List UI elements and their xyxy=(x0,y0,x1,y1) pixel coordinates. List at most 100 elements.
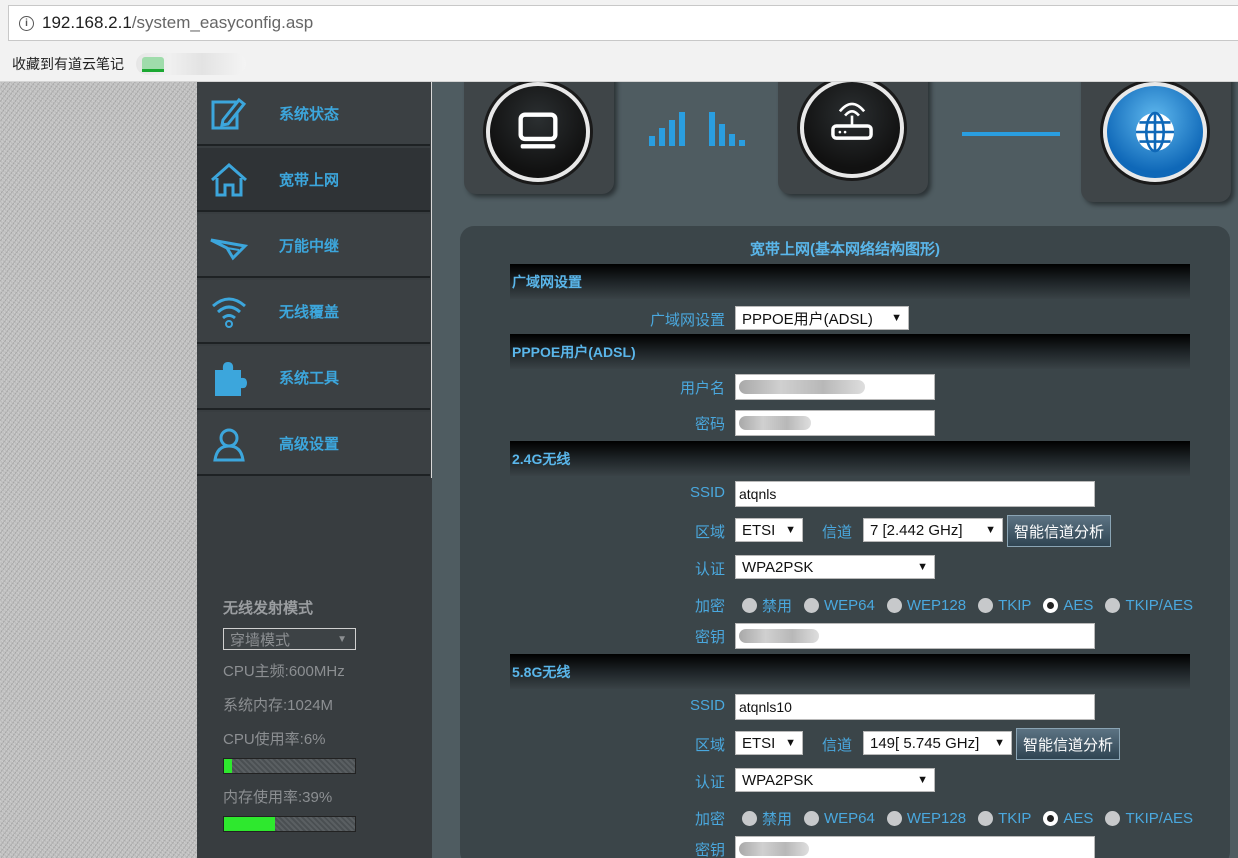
w24-key-row: 密钥 xyxy=(510,623,1230,649)
region-value: ETSI xyxy=(742,521,776,539)
address-bar[interactable]: i 192.168.2.1/system_easyconfig.asp xyxy=(8,5,1238,41)
router-icon xyxy=(831,102,873,140)
wan-type-row: 广域网设置 PPPOE用户(ADSL) ▼ xyxy=(510,306,1230,332)
w58-enc-row: 加密 禁用 WEP64 WEP128 TKIP AES TKIP/AES xyxy=(510,805,1230,831)
w24-region-select[interactable]: ETSI ▼ xyxy=(735,518,803,542)
router-tile[interactable] xyxy=(778,82,928,194)
redacted-value xyxy=(739,629,819,643)
w58-auth-select[interactable]: WPA2PSK ▼ xyxy=(735,768,935,792)
encryption-option-label: AES xyxy=(1063,810,1094,827)
w24-key-field[interactable] xyxy=(735,623,1095,649)
connection-line xyxy=(962,132,1060,136)
bookmark-youdao[interactable]: 收藏到有道云笔记 xyxy=(12,54,124,74)
sidebar-item-wifi[interactable]: 无线覆盖 xyxy=(197,280,430,344)
password-field[interactable] xyxy=(735,410,935,436)
radio-button[interactable] xyxy=(1105,598,1121,613)
radio-button[interactable] xyxy=(742,811,757,826)
config-panel: 宽带上网(基本网络结构图形) 广域网设置 广域网设置 PPPOE用户(ADSL)… xyxy=(460,226,1230,858)
username-field[interactable] xyxy=(735,374,935,400)
w24-region-row: 区域 ETSI ▼ 信道 7 [2.442 GHz] ▼ 智能信道分析 xyxy=(510,515,1230,547)
encryption-label: 加密 xyxy=(694,811,725,828)
user-icon xyxy=(213,428,245,462)
encryption-option[interactable]: 禁用 xyxy=(742,595,792,616)
auth-value: WPA2PSK xyxy=(742,771,814,789)
page-title: 宽带上网(基本网络结构图形) xyxy=(750,241,940,258)
w58-channel-select[interactable]: 149[ 5.745 GHz] ▼ xyxy=(863,731,1012,755)
home-icon xyxy=(211,162,247,197)
w24-channel-select[interactable]: 7 [2.442 GHz] ▼ xyxy=(863,518,1003,542)
key-label: 密钥 xyxy=(694,842,725,858)
wan-type-label: 广域网设置 xyxy=(649,312,725,329)
memory-usage-bar xyxy=(223,816,356,832)
encryption-option-label: TKIP/AES xyxy=(1125,810,1193,827)
encryption-option[interactable]: TKIP xyxy=(978,810,1031,827)
sidebar-item-tools[interactable]: 系统工具 xyxy=(197,346,430,410)
w58-analyze-button[interactable]: 智能信道分析 xyxy=(1016,728,1121,760)
w24-auth-row: 认证 WPA2PSK ▼ xyxy=(510,555,1230,581)
region-label: 区域 xyxy=(694,524,725,541)
sidebar-item-system-status[interactable]: 系统状态 xyxy=(197,82,430,146)
computer-button[interactable] xyxy=(486,82,590,182)
sidebar-item-broadband[interactable]: 宽带上网 xyxy=(197,148,430,212)
info-icon[interactable]: i xyxy=(19,15,34,31)
w58-key-field[interactable] xyxy=(735,836,1095,858)
system-memory: 系统内存:1024M xyxy=(223,697,334,714)
chevron-down-icon: ▼ xyxy=(785,737,796,749)
computer-tile[interactable] xyxy=(464,82,614,194)
internet-tile[interactable] xyxy=(1081,82,1231,202)
encryption-option[interactable]: TKIP/AES xyxy=(1105,810,1193,827)
bookmark-redacted[interactable] xyxy=(136,52,246,75)
sidebar-item-label: 高级设置 xyxy=(279,435,340,453)
w58-region-select[interactable]: ETSI ▼ xyxy=(735,731,803,755)
radio-button[interactable] xyxy=(886,811,902,826)
w58-key-row: 密钥 xyxy=(510,836,1230,858)
encryption-option-label: TKIP xyxy=(998,597,1032,614)
encryption-option[interactable]: AES xyxy=(1043,597,1093,614)
radio-button[interactable] xyxy=(804,811,820,826)
chevron-down-icon: ▼ xyxy=(994,737,1005,749)
encryption-option-label: WEP64 xyxy=(824,810,875,827)
mode-title: 无线发射模式 xyxy=(223,600,314,617)
internet-button[interactable] xyxy=(1103,82,1207,182)
chevron-down-icon: ▼ xyxy=(891,312,902,324)
w24-ssid-row: SSID atqnls xyxy=(510,481,1230,507)
w24-analyze-button[interactable]: 智能信道分析 xyxy=(1007,515,1112,547)
router-page: 系统状态 宽带上网 万能中继 无线覆盖 系统工具 高级设置 无线发射模式 穿墙模… xyxy=(0,82,1238,858)
router-button[interactable] xyxy=(800,82,904,178)
channel-value: 7 [2.442 GHz] xyxy=(870,521,963,539)
radio-button[interactable] xyxy=(804,598,820,613)
encryption-option-label: WEP128 xyxy=(906,810,967,827)
w58-ssid-field[interactable]: atqnls10 xyxy=(735,694,1095,720)
main-panel: 宽带上网(基本网络结构图形) 广域网设置 广域网设置 PPPOE用户(ADSL)… xyxy=(432,82,1238,858)
encryption-option[interactable]: TKIP/AES xyxy=(1105,597,1193,614)
auth-value: WPA2PSK xyxy=(742,558,814,576)
radio-button[interactable] xyxy=(978,811,994,826)
radio-button[interactable] xyxy=(886,598,902,613)
encryption-option[interactable]: AES xyxy=(1043,810,1093,827)
auth-label: 认证 xyxy=(694,561,725,578)
radio-button[interactable] xyxy=(1043,811,1059,826)
pppoe-user-row: 用户名 xyxy=(510,374,1230,400)
wan-type-select[interactable]: PPPOE用户(ADSL) ▼ xyxy=(735,306,909,330)
radio-button[interactable] xyxy=(1043,598,1059,613)
radio-button[interactable] xyxy=(742,598,757,613)
encryption-option[interactable]: WEP64 xyxy=(804,810,875,827)
encryption-option[interactable]: 禁用 xyxy=(742,808,792,829)
username-label: 用户名 xyxy=(679,380,725,397)
w24-auth-select[interactable]: WPA2PSK ▼ xyxy=(735,555,935,579)
region-value: ETSI xyxy=(742,734,776,752)
tx-mode-select[interactable]: 穿墙模式 ▼ xyxy=(223,628,356,650)
encryption-option-label: TKIP xyxy=(998,810,1032,827)
chevron-down-icon: ▼ xyxy=(985,524,996,536)
encryption-option[interactable]: TKIP xyxy=(978,597,1031,614)
encryption-option[interactable]: WEP128 xyxy=(886,597,966,614)
encryption-option[interactable]: WEP64 xyxy=(804,597,875,614)
radio-button[interactable] xyxy=(1105,811,1121,826)
sidebar-item-advanced[interactable]: 高级设置 xyxy=(197,412,430,476)
encryption-option[interactable]: WEP128 xyxy=(886,810,967,827)
memory-usage-fill xyxy=(224,817,276,831)
radio-button[interactable] xyxy=(978,598,994,613)
wifi-icon xyxy=(212,297,246,328)
w24-ssid-field[interactable]: atqnls xyxy=(735,481,1095,507)
sidebar-item-relay[interactable]: 万能中继 xyxy=(197,214,430,278)
